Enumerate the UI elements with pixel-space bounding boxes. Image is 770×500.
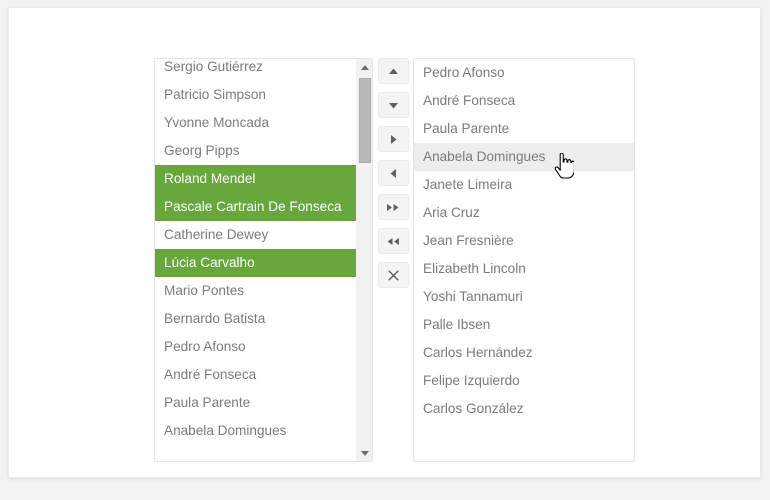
chevron-up-icon [361, 65, 369, 70]
target-list-item[interactable]: Janete Limeira [414, 171, 634, 199]
source-list-scrollbar[interactable] [356, 59, 372, 461]
target-list-item[interactable]: Aria Cruz [414, 199, 634, 227]
source-list-item[interactable]: Mario Pontes [155, 277, 356, 305]
scrollbar-track[interactable] [358, 75, 372, 445]
double-triangle-left-icon [385, 235, 402, 248]
source-list-scroll-area[interactable]: Sergio GutiérrezPatricio SimpsonYvonne M… [155, 59, 356, 461]
source-list-item[interactable]: Patricio Simpson [155, 81, 356, 109]
source-list-item[interactable]: Catherine Dewey [155, 221, 356, 249]
pick-list-widget: Sergio GutiérrezPatricio SimpsonYvonne M… [146, 51, 636, 457]
source-list-item[interactable]: Lúcia Carvalho [155, 249, 356, 277]
source-list-item[interactable]: André Fonseca [155, 361, 356, 389]
target-list-item[interactable]: Palle Ibsen [414, 311, 634, 339]
source-list-item[interactable]: Georg Pipps [155, 137, 356, 165]
scrollbar-thumb[interactable] [359, 78, 371, 163]
scrollbar-down-button[interactable] [357, 445, 373, 461]
source-list-item[interactable]: Yvonne Moncada [155, 109, 356, 137]
triangle-left-icon [387, 167, 400, 180]
move-up-button[interactable] [378, 58, 409, 84]
target-list-item[interactable]: Carlos Hernández [414, 339, 634, 367]
move-all-right-button[interactable] [378, 194, 409, 220]
chevron-down-icon [361, 451, 369, 456]
target-listbox[interactable]: Pedro AfonsoAndré FonsecaPaula ParenteAn… [413, 58, 635, 462]
clear-button[interactable] [378, 262, 409, 288]
move-left-button[interactable] [378, 160, 409, 186]
target-list-items: Pedro AfonsoAndré FonsecaPaula ParenteAn… [414, 59, 634, 423]
source-list-item[interactable]: Bernardo Batista [155, 305, 356, 333]
content-card: Sergio GutiérrezPatricio SimpsonYvonne M… [8, 7, 761, 478]
target-list-item[interactable]: Pedro Afonso [414, 59, 634, 87]
target-list-item[interactable]: Anabela Domingues [414, 143, 634, 171]
target-list-item[interactable]: Elizabeth Lincoln [414, 255, 634, 283]
transfer-button-column [378, 58, 410, 288]
target-list-item[interactable]: Carlos González [414, 395, 634, 423]
source-listbox[interactable]: Sergio GutiérrezPatricio SimpsonYvonne M… [154, 58, 373, 462]
target-list-item[interactable]: Yoshi Tannamuri [414, 283, 634, 311]
source-list-item[interactable]: Roland Mendel [155, 165, 356, 193]
source-list-item[interactable]: Anabela Domingues [155, 417, 356, 445]
source-list-items: Sergio GutiérrezPatricio SimpsonYvonne M… [155, 59, 356, 445]
target-list-scroll-area[interactable]: Pedro AfonsoAndré FonsecaPaula ParenteAn… [414, 59, 634, 461]
target-list-item[interactable]: Paula Parente [414, 115, 634, 143]
app-root: Sergio GutiérrezPatricio SimpsonYvonne M… [0, 0, 770, 500]
source-list-item[interactable]: Sergio Gutiérrez [155, 59, 356, 81]
move-all-left-button[interactable] [378, 228, 409, 254]
move-right-button[interactable] [378, 126, 409, 152]
move-down-button[interactable] [378, 92, 409, 118]
target-list-item[interactable]: Felipe Izquierdo [414, 367, 634, 395]
scrollbar-up-button[interactable] [357, 59, 373, 75]
source-list-item[interactable]: Pascale Cartrain De Fonseca [155, 193, 356, 221]
target-list-item[interactable]: André Fonseca [414, 87, 634, 115]
close-x-icon [387, 269, 400, 282]
source-list-item[interactable]: Pedro Afonso [155, 333, 356, 361]
target-list-item[interactable]: Jean Fresnière [414, 227, 634, 255]
triangle-up-icon [387, 65, 400, 78]
double-triangle-right-icon [385, 201, 402, 214]
source-list-item[interactable]: Paula Parente [155, 389, 356, 417]
triangle-right-icon [387, 133, 400, 146]
triangle-down-icon [387, 99, 400, 112]
